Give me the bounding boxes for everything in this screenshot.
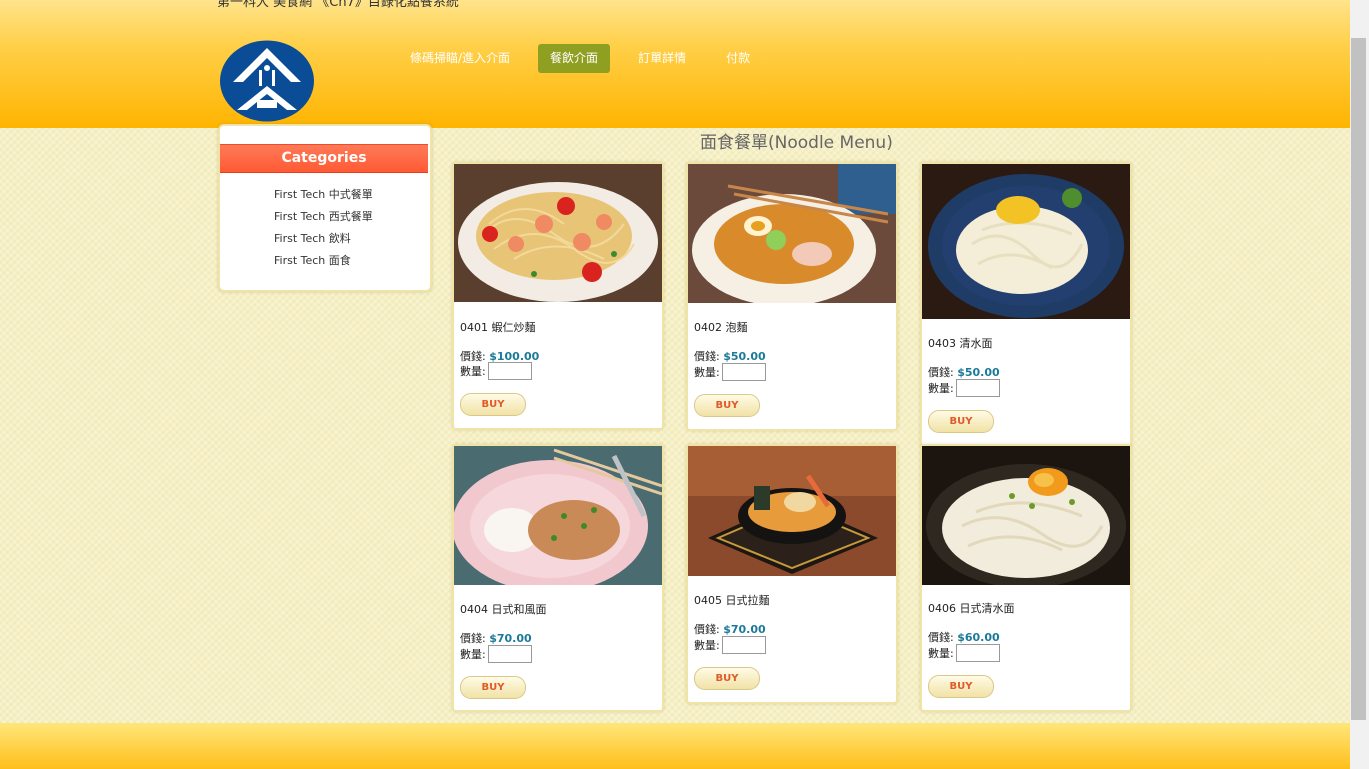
site-header: 第一科大 美食網 《Ch7》目錄化點餐系統 條碼掃瞄/進入介面 餐飲介面 訂單詳… <box>0 0 1350 128</box>
product-image-japanese-plain-noodles[interactable] <box>922 446 1130 585</box>
product-card: 0406 日式清水面 價錢: $60.00 數量: BUY <box>920 444 1132 712</box>
nav-dining[interactable]: 餐飲介面 <box>538 44 611 73</box>
product-price: 價錢: $60.00 <box>928 631 1000 644</box>
quantity-row: 數量: <box>460 362 532 380</box>
product-name: 0405 日式拉麵 <box>694 594 770 607</box>
scrollbar-thumb[interactable] <box>1351 38 1366 720</box>
product-price: 價錢: $70.00 <box>460 632 532 645</box>
quantity-row: 數量: <box>460 645 532 663</box>
nav-barcode-scan[interactable]: 條碼掃瞄/進入介面 <box>398 44 522 73</box>
product-name: 0404 日式和風面 <box>460 603 547 616</box>
categories-heading: Categories <box>220 144 428 173</box>
quantity-input[interactable] <box>955 379 1000 397</box>
buy-button[interactable]: BUY <box>928 410 994 433</box>
buy-button[interactable]: BUY <box>460 676 526 699</box>
product-price: 價錢: $70.00 <box>694 623 766 636</box>
buy-button[interactable]: BUY <box>460 393 526 416</box>
quantity-input[interactable] <box>721 636 766 654</box>
product-card: 0404 日式和風面 價錢: $70.00 數量: BUY <box>452 444 664 712</box>
product-image-shrimp-noodles[interactable] <box>454 164 662 302</box>
category-western[interactable]: First Tech 西式餐單 <box>274 209 373 231</box>
product-name: 0406 日式清水面 <box>928 602 1015 615</box>
product-card: 0403 清水面 價錢: $50.00 數量: BUY <box>920 162 1132 447</box>
category-noodles[interactable]: First Tech 面食 <box>274 253 373 275</box>
quantity-row: 數量: <box>694 363 766 381</box>
university-logo[interactable] <box>219 40 315 122</box>
quantity-row: 數量: <box>694 636 766 654</box>
nav-order-details[interactable]: 訂單詳情 <box>626 44 698 73</box>
buy-button[interactable]: BUY <box>928 675 994 698</box>
product-card: 0405 日式拉麵 價錢: $70.00 數量: BUY <box>686 444 898 704</box>
category-chinese[interactable]: First Tech 中式餐單 <box>274 187 373 209</box>
buy-button[interactable]: BUY <box>694 667 760 690</box>
buy-button[interactable]: BUY <box>694 394 760 417</box>
product-image-instant-noodles[interactable] <box>688 164 896 303</box>
quantity-row: 數量: <box>928 644 1000 662</box>
vertical-scrollbar[interactable] <box>1350 0 1369 769</box>
quantity-input[interactable] <box>487 362 532 380</box>
site-title: 第一科大 美食網 《Ch7》目錄化點餐系統 <box>217 0 459 10</box>
categories-panel: Categories First Tech 中式餐單 First Tech 西式… <box>218 124 432 292</box>
quantity-input[interactable] <box>487 645 532 663</box>
product-price: 價錢: $50.00 <box>928 366 1000 379</box>
product-card: 0402 泡麵 價錢: $50.00 數量: BUY <box>686 162 898 431</box>
product-image-japanese-style-noodles[interactable] <box>454 446 662 585</box>
nav-payment[interactable]: 付款 <box>714 44 762 73</box>
product-image-plain-noodles[interactable] <box>922 164 1130 319</box>
quantity-row: 數量: <box>928 379 1000 397</box>
main-nav: 條碼掃瞄/進入介面 餐飲介面 訂單詳情 付款 <box>398 44 778 73</box>
category-list: First Tech 中式餐單 First Tech 西式餐單 First Te… <box>274 187 373 275</box>
product-price: 價錢: $50.00 <box>694 350 766 363</box>
quantity-input[interactable] <box>955 644 1000 662</box>
site-footer <box>0 723 1350 769</box>
product-name: 0403 清水面 <box>928 337 993 350</box>
product-image-ramen[interactable] <box>688 446 896 576</box>
quantity-input[interactable] <box>721 363 766 381</box>
category-drinks[interactable]: First Tech 飲料 <box>274 231 373 253</box>
page-title: 面食餐單(Noodle Menu) <box>700 133 893 153</box>
product-card: 0401 蝦仁炒麵 價錢: $100.00 數量: BUY <box>452 162 664 430</box>
product-name: 0401 蝦仁炒麵 <box>460 321 536 334</box>
product-name: 0402 泡麵 <box>694 321 748 334</box>
